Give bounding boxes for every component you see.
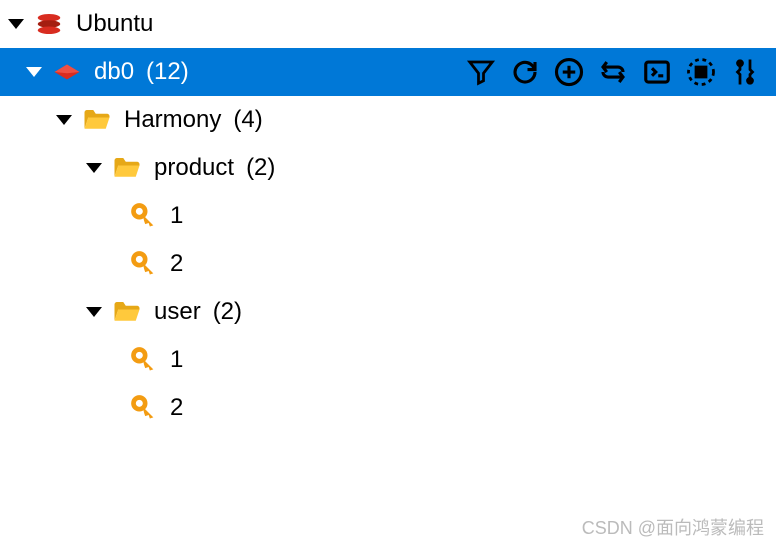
folder-count: (2) bbox=[213, 298, 242, 326]
key-icon bbox=[130, 346, 158, 374]
folder-open-icon bbox=[112, 153, 142, 183]
tree-node-folder[interactable]: user (2) bbox=[0, 288, 776, 336]
tree-node-key[interactable]: 2 bbox=[0, 240, 776, 288]
tree-node-folder[interactable]: product (2) bbox=[0, 144, 776, 192]
tree-node-server[interactable]: Ubuntu bbox=[0, 0, 776, 48]
analyze-icon[interactable] bbox=[684, 55, 718, 89]
folder-label: user bbox=[154, 298, 201, 326]
namespace-label: Harmony bbox=[124, 106, 221, 134]
tree-node-namespace[interactable]: Harmony (4) bbox=[0, 96, 776, 144]
caret-icon bbox=[8, 19, 24, 29]
tree-node-database[interactable]: db0 (12) bbox=[0, 48, 776, 96]
tree-node-key[interactable]: 1 bbox=[0, 336, 776, 384]
database-label: db0 bbox=[94, 58, 134, 86]
database-toolbar bbox=[464, 55, 776, 89]
filter-icon[interactable] bbox=[464, 55, 498, 89]
key-label: 1 bbox=[170, 202, 183, 230]
key-label: 2 bbox=[170, 394, 183, 422]
tree-view: Ubuntu db0 (12) bbox=[0, 0, 776, 432]
key-icon bbox=[130, 250, 158, 278]
console-icon[interactable] bbox=[640, 55, 674, 89]
folder-label: product bbox=[154, 154, 234, 182]
caret-icon bbox=[26, 67, 42, 77]
reload-icon[interactable] bbox=[596, 55, 630, 89]
key-label: 1 bbox=[170, 346, 183, 374]
tree-node-key[interactable]: 1 bbox=[0, 192, 776, 240]
key-icon bbox=[130, 202, 158, 230]
caret-icon bbox=[86, 163, 102, 173]
database-count: (12) bbox=[146, 58, 189, 86]
redis-server-icon bbox=[34, 9, 64, 39]
add-icon[interactable] bbox=[552, 55, 586, 89]
tools-icon[interactable] bbox=[728, 55, 762, 89]
key-icon bbox=[130, 394, 158, 422]
namespace-count: (4) bbox=[233, 106, 262, 134]
caret-icon bbox=[86, 307, 102, 317]
watermark: CSDN @面向鸿蒙编程 bbox=[582, 514, 764, 540]
key-label: 2 bbox=[170, 250, 183, 278]
folder-open-icon bbox=[112, 297, 142, 327]
folder-count: (2) bbox=[246, 154, 275, 182]
tree-node-key[interactable]: 2 bbox=[0, 384, 776, 432]
server-label: Ubuntu bbox=[76, 10, 153, 38]
caret-icon bbox=[56, 115, 72, 125]
database-icon bbox=[52, 57, 82, 87]
folder-open-icon bbox=[82, 105, 112, 135]
refresh-icon[interactable] bbox=[508, 55, 542, 89]
